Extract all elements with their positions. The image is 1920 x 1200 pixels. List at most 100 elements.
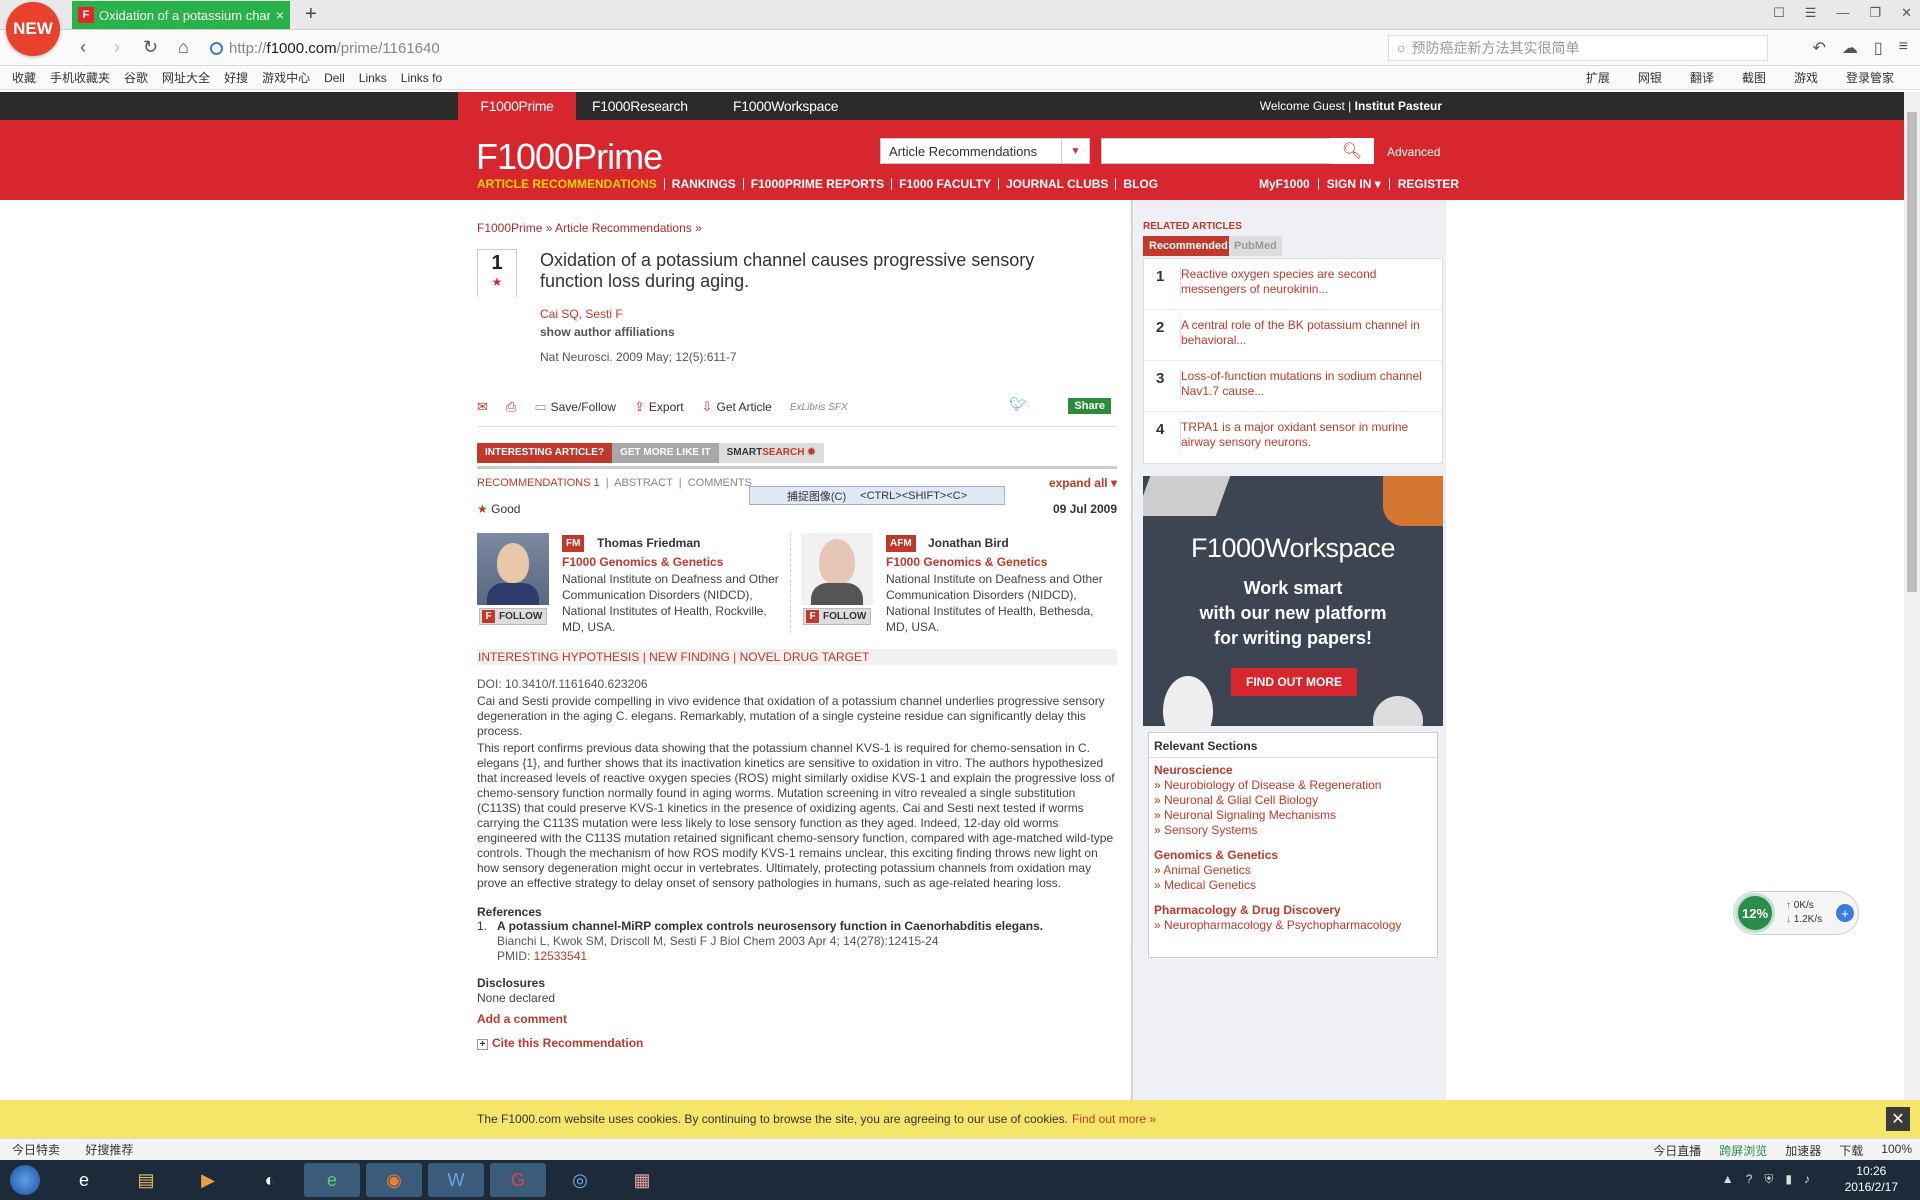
fav-item[interactable]: Dell: [324, 71, 345, 85]
save-follow-button[interactable]: ▭ Save/Follow: [534, 399, 616, 415]
app-icon[interactable]: G: [490, 1163, 546, 1197]
site-logo[interactable]: F1000Prime: [476, 136, 663, 178]
section-group[interactable]: Neuroscience: [1154, 763, 1233, 777]
section-group[interactable]: Pharmacology & Drug Discovery: [1154, 903, 1341, 917]
status-item[interactable]: 跨屏浏览: [1719, 1142, 1767, 1159]
url-field[interactable]: http://f1000.com/prime/1161640: [210, 36, 1360, 60]
network-icon[interactable]: ▮: [1785, 1172, 1792, 1187]
author-list[interactable]: Cai SQ, Sesti F: [540, 307, 623, 321]
product-tab-prime[interactable]: F1000Prime: [458, 92, 576, 120]
section-link[interactable]: » Neuronal & Glial Cell Biology: [1154, 793, 1318, 807]
related-title[interactable]: Loss-of-function mutations in sodium cha…: [1180, 369, 1430, 399]
section-link[interactable]: » Sensory Systems: [1154, 823, 1257, 837]
breadcrumb[interactable]: F1000Prime » Article Recommendations »: [477, 221, 702, 235]
smart-search-bar[interactable]: INTERESTING ARTICLE? GET MORE LIKE IT SM…: [477, 443, 824, 463]
nav-myf1000[interactable]: MyF1000: [1251, 178, 1319, 190]
fav-right-item[interactable]: 翻译: [1690, 69, 1714, 86]
advanced-search-link[interactable]: Advanced: [1387, 145, 1440, 159]
faculty-section[interactable]: F1000 Genomics & Genetics: [562, 555, 723, 569]
email-button[interactable]: ✉: [477, 399, 488, 415]
find-out-more-button[interactable]: FIND OUT MORE: [1231, 668, 1357, 696]
nav-faculty[interactable]: F1000 FACULTY: [892, 178, 999, 190]
product-tab-workspace[interactable]: F1000Workspace: [733, 92, 839, 120]
fav-item[interactable]: 手机收藏夹: [50, 69, 110, 86]
fav-item[interactable]: 收藏: [12, 69, 36, 86]
volume-icon[interactable]: ♪: [1804, 1172, 1810, 1187]
close-icon[interactable]: ✕: [1886, 1107, 1910, 1131]
share-button[interactable]: Share: [1068, 398, 1111, 414]
tray-icon[interactable]: ⛨: [1764, 1172, 1773, 1187]
nav-sign-in[interactable]: SIGN IN ▾: [1319, 178, 1390, 190]
site-search-input[interactable]: [1101, 138, 1331, 164]
get-article-button[interactable]: ⇩ Get Article: [702, 399, 772, 415]
exlibris-sfx-link[interactable]: ExLibris SFX: [790, 402, 848, 413]
scrollbar-thumb[interactable]: [1907, 112, 1917, 592]
follow-button[interactable]: F FOLLOW: [479, 608, 547, 625]
close-window-icon[interactable]: ✕: [1901, 5, 1912, 21]
zoom-level[interactable]: 100%: [1881, 1142, 1912, 1159]
fav-item[interactable]: Links fo: [401, 71, 442, 85]
tab-comments[interactable]: COMMENTS: [688, 477, 752, 489]
app-icon[interactable]: ▦: [614, 1163, 670, 1197]
page-scrollbar[interactable]: [1904, 92, 1920, 1100]
menu-icon[interactable]: ≡: [1899, 38, 1908, 58]
cookie-find-out-more-link[interactable]: Find out more »: [1072, 1112, 1156, 1126]
tray-icon[interactable]: ▲: [1722, 1172, 1734, 1187]
related-article[interactable]: 2 A central role of the BK potassium chan…: [1144, 310, 1442, 361]
app-icon[interactable]: ◎: [552, 1163, 608, 1197]
cloud-icon[interactable]: ☁: [1842, 38, 1858, 58]
fav-item[interactable]: 网址大全: [162, 69, 210, 86]
related-article[interactable]: 1 Reactive oxygen species are second mess…: [1144, 259, 1442, 310]
tab-pubmed[interactable]: PubMed: [1229, 236, 1282, 256]
fav-right-item[interactable]: 登录管家: [1846, 69, 1894, 86]
status-item[interactable]: 今日直播: [1653, 1142, 1701, 1159]
fav-item[interactable]: Links: [359, 71, 387, 85]
home-icon[interactable]: ⌂: [178, 37, 189, 58]
media-player-icon[interactable]: ▶: [180, 1163, 236, 1197]
network-speed-widget[interactable]: 12% ↑ 0K/s ↓ 1.2K/s +: [1733, 891, 1859, 935]
related-title[interactable]: Reactive oxygen species are second messe…: [1180, 267, 1430, 297]
tab-recommendations[interactable]: RECOMMENDATIONS 1: [477, 477, 600, 489]
search-category-select[interactable]: Article Recommendations ▼: [880, 138, 1090, 164]
skin-icon[interactable]: ☐: [1773, 5, 1785, 21]
app-icon[interactable]: ◐: [242, 1163, 298, 1197]
start-button[interactable]: [0, 1163, 50, 1197]
faculty-section[interactable]: F1000 Genomics & Genetics: [886, 555, 1047, 569]
new-tab-button[interactable]: +: [305, 3, 317, 26]
firefox-icon[interactable]: ◉: [366, 1163, 422, 1197]
nav-reports[interactable]: F1000PRIME REPORTS: [744, 178, 893, 190]
section-link[interactable]: » Animal Genetics: [1154, 863, 1251, 877]
help-icon[interactable]: ?: [1746, 1172, 1753, 1187]
nav-blog[interactable]: BLOG: [1116, 178, 1165, 190]
status-item[interactable]: 下载: [1839, 1142, 1863, 1159]
print-button[interactable]: ⎙: [506, 399, 516, 415]
product-tab-research[interactable]: F1000Research: [592, 92, 688, 120]
welcome-institution[interactable]: Institut Pasteur: [1355, 99, 1442, 113]
section-link[interactable]: » Neuronal Signaling Mechanisms: [1154, 808, 1336, 822]
fav-right-item[interactable]: 游戏: [1794, 69, 1818, 86]
related-article[interactable]: 3 Loss-of-function mutations in sodium ch…: [1144, 361, 1442, 412]
fav-right-item[interactable]: 扩展: [1586, 69, 1610, 86]
section-link[interactable]: » Neurobiology of Disease & Regeneration: [1154, 778, 1381, 792]
nav-journal-clubs[interactable]: JOURNAL CLUBS: [999, 178, 1117, 190]
pmid-link[interactable]: 12533541: [534, 949, 587, 963]
tab-abstract[interactable]: ABSTRACT: [614, 477, 672, 489]
fav-item[interactable]: 谷歌: [124, 69, 148, 86]
export-button[interactable]: ⇪ Export: [634, 399, 684, 415]
tab-close-icon[interactable]: ×: [276, 7, 284, 23]
reload-icon[interactable]: ↻: [143, 37, 158, 58]
plus-icon[interactable]: +: [1836, 904, 1854, 922]
cite-recommendation-link[interactable]: + Cite this Recommendation: [477, 1036, 643, 1050]
follow-button[interactable]: F FOLLOW: [803, 608, 871, 625]
add-comment-link[interactable]: Add a comment: [477, 1012, 567, 1026]
show-affiliations-link[interactable]: show author affiliations: [540, 325, 675, 339]
explorer-icon[interactable]: ▤: [118, 1163, 174, 1197]
nav-article-recommendations[interactable]: ARTICLE RECOMMENDATIONS: [477, 178, 665, 190]
status-item[interactable]: 今日特卖: [12, 1143, 60, 1157]
classification-tags[interactable]: INTERESTING HYPOTHESIS | NEW FINDING | N…: [477, 649, 1117, 665]
related-article[interactable]: 4 TRPA1 is a major oxidant sensor in muri…: [1144, 412, 1442, 463]
related-title[interactable]: TRPA1 is a major oxidant sensor in murin…: [1180, 420, 1430, 450]
360-browser-icon[interactable]: e: [304, 1163, 360, 1197]
back-icon[interactable]: ‹: [80, 37, 86, 58]
expand-all-button[interactable]: expand all ▾: [1049, 476, 1117, 490]
